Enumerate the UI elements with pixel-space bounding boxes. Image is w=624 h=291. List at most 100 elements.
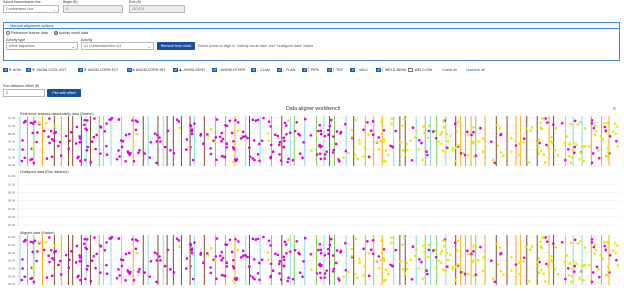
data-point — [282, 264, 286, 268]
data-point — [382, 128, 386, 132]
data-point — [251, 118, 255, 122]
data-point — [269, 156, 272, 160]
data-point — [291, 158, 295, 162]
filter-weld-gw[interactable]: WELD-GW — [408, 67, 432, 73]
plot-with-offset-button[interactable]: Plot with offset — [47, 89, 81, 97]
filter-anom-other[interactable]: ●ANOM-OTHER — [212, 67, 245, 73]
filter-checkbox[interactable] — [212, 67, 217, 73]
filter-label: PIPA — [311, 68, 319, 72]
data-point — [590, 122, 594, 125]
data-point — [143, 152, 147, 155]
data-point — [471, 140, 475, 144]
uncheck-all-link[interactable]: Uncheck all — [466, 67, 485, 73]
data-point — [99, 244, 102, 248]
data-point — [319, 248, 323, 252]
data-point — [524, 245, 528, 249]
data-point — [414, 129, 418, 132]
data-point — [594, 129, 598, 133]
filter-weld-bend[interactable]: │WELD-BEND — [376, 67, 407, 73]
data-point — [546, 264, 550, 268]
data-point — [477, 258, 480, 262]
filter-anom-corr-ext[interactable]: ✕ANOM-CORR-EXT — [78, 67, 119, 73]
filter-clam[interactable]: │CLAM — [251, 67, 270, 73]
data-point — [595, 265, 599, 268]
radio-reference[interactable]: Reference feature data — [6, 31, 48, 36]
filter-tee[interactable]: │TEE — [327, 67, 343, 73]
filter-checkbox[interactable] — [376, 67, 381, 73]
data-point — [444, 150, 447, 154]
data-point — [427, 129, 431, 133]
data-point — [479, 245, 482, 249]
data-point — [568, 261, 572, 265]
filter-anom-corr-int[interactable]: ●ANOM-CORR-INT — [127, 67, 165, 73]
data-point — [120, 145, 124, 149]
data-point — [445, 265, 449, 268]
radio-reference-indicator[interactable] — [6, 31, 10, 36]
data-point — [234, 237, 237, 241]
filter-pipa[interactable]: │PIPA — [302, 67, 319, 73]
filter-checkbox[interactable] — [350, 67, 355, 73]
filter-anom-dent[interactable]: ▲ANOM-DENT — [173, 67, 205, 73]
data-point — [284, 243, 288, 246]
data-point — [209, 266, 212, 269]
y-tick-label: 02.00 — [8, 215, 15, 219]
chart-menu-icon[interactable]: ≡ — [613, 106, 616, 112]
data-point — [131, 238, 134, 241]
data-point — [551, 260, 554, 264]
data-point — [279, 159, 283, 162]
filter-checkbox[interactable] — [173, 67, 178, 73]
radio-activity[interactable]: Activity result data — [54, 31, 88, 36]
filter-valv[interactable]: │VALV — [350, 67, 368, 73]
data-point — [31, 250, 35, 254]
filter-checkbox[interactable] — [327, 67, 332, 73]
filter-checkbox[interactable] — [251, 67, 256, 73]
offset-input[interactable]: 0 — [3, 89, 45, 97]
data-point — [590, 237, 594, 241]
data-point — [282, 139, 286, 143]
data-point — [594, 248, 598, 252]
data-point — [481, 137, 485, 140]
legend-marker-icon: ▼ — [31, 67, 36, 73]
filter-flan[interactable]: │FLAN — [277, 67, 295, 73]
radio-activity-indicator[interactable] — [54, 31, 58, 36]
data-point — [67, 147, 71, 150]
data-point — [59, 154, 63, 157]
data-point — [339, 132, 342, 135]
filter-anom-cocl-ext[interactable]: ▼ANOM-COCL-EXT — [26, 67, 67, 73]
remove-from-chart-button[interactable]: Remove from chart — [157, 42, 195, 50]
data-point — [546, 145, 550, 149]
data-point — [614, 241, 617, 244]
data-point — [573, 264, 577, 268]
data-point — [536, 265, 540, 268]
check-all-link[interactable]: Check all — [442, 67, 457, 73]
data-point — [239, 137, 243, 140]
filter-checkbox[interactable] — [127, 67, 132, 73]
data-point — [605, 241, 609, 244]
data-point — [246, 255, 249, 259]
data-point — [446, 265, 450, 269]
activity-type-select[interactable]: Inline Inspection ⌄ — [6, 42, 78, 50]
panel-header[interactable]: − Manual alignment options — [4, 23, 619, 29]
data-point — [35, 140, 38, 144]
activity-select[interactable]: ILI Cumberland line u/3 ⌄ — [81, 42, 154, 50]
chevron-down-icon: ⌄ — [71, 44, 75, 49]
filter-checkbox[interactable] — [302, 67, 307, 73]
transmission-line-select[interactable]: Cumberland Line ⌄ — [3, 5, 59, 13]
data-point — [389, 144, 392, 148]
filter-agm[interactable]: ✕AGM — [3, 67, 21, 73]
data-point — [89, 160, 93, 164]
filter-checkbox[interactable] — [78, 67, 83, 73]
data-point — [241, 130, 245, 134]
data-point — [212, 258, 215, 262]
data-point — [514, 144, 518, 147]
data-point — [298, 271, 302, 275]
data-point — [344, 268, 348, 272]
filter-checkbox[interactable] — [26, 67, 31, 73]
filter-checkbox[interactable] — [277, 67, 282, 73]
filter-checkbox[interactable] — [3, 67, 8, 73]
data-point — [79, 278, 82, 282]
data-point — [79, 278, 82, 282]
data-point — [544, 236, 548, 239]
filter-label: CLAM — [260, 68, 270, 72]
filter-checkbox[interactable] — [408, 67, 413, 73]
